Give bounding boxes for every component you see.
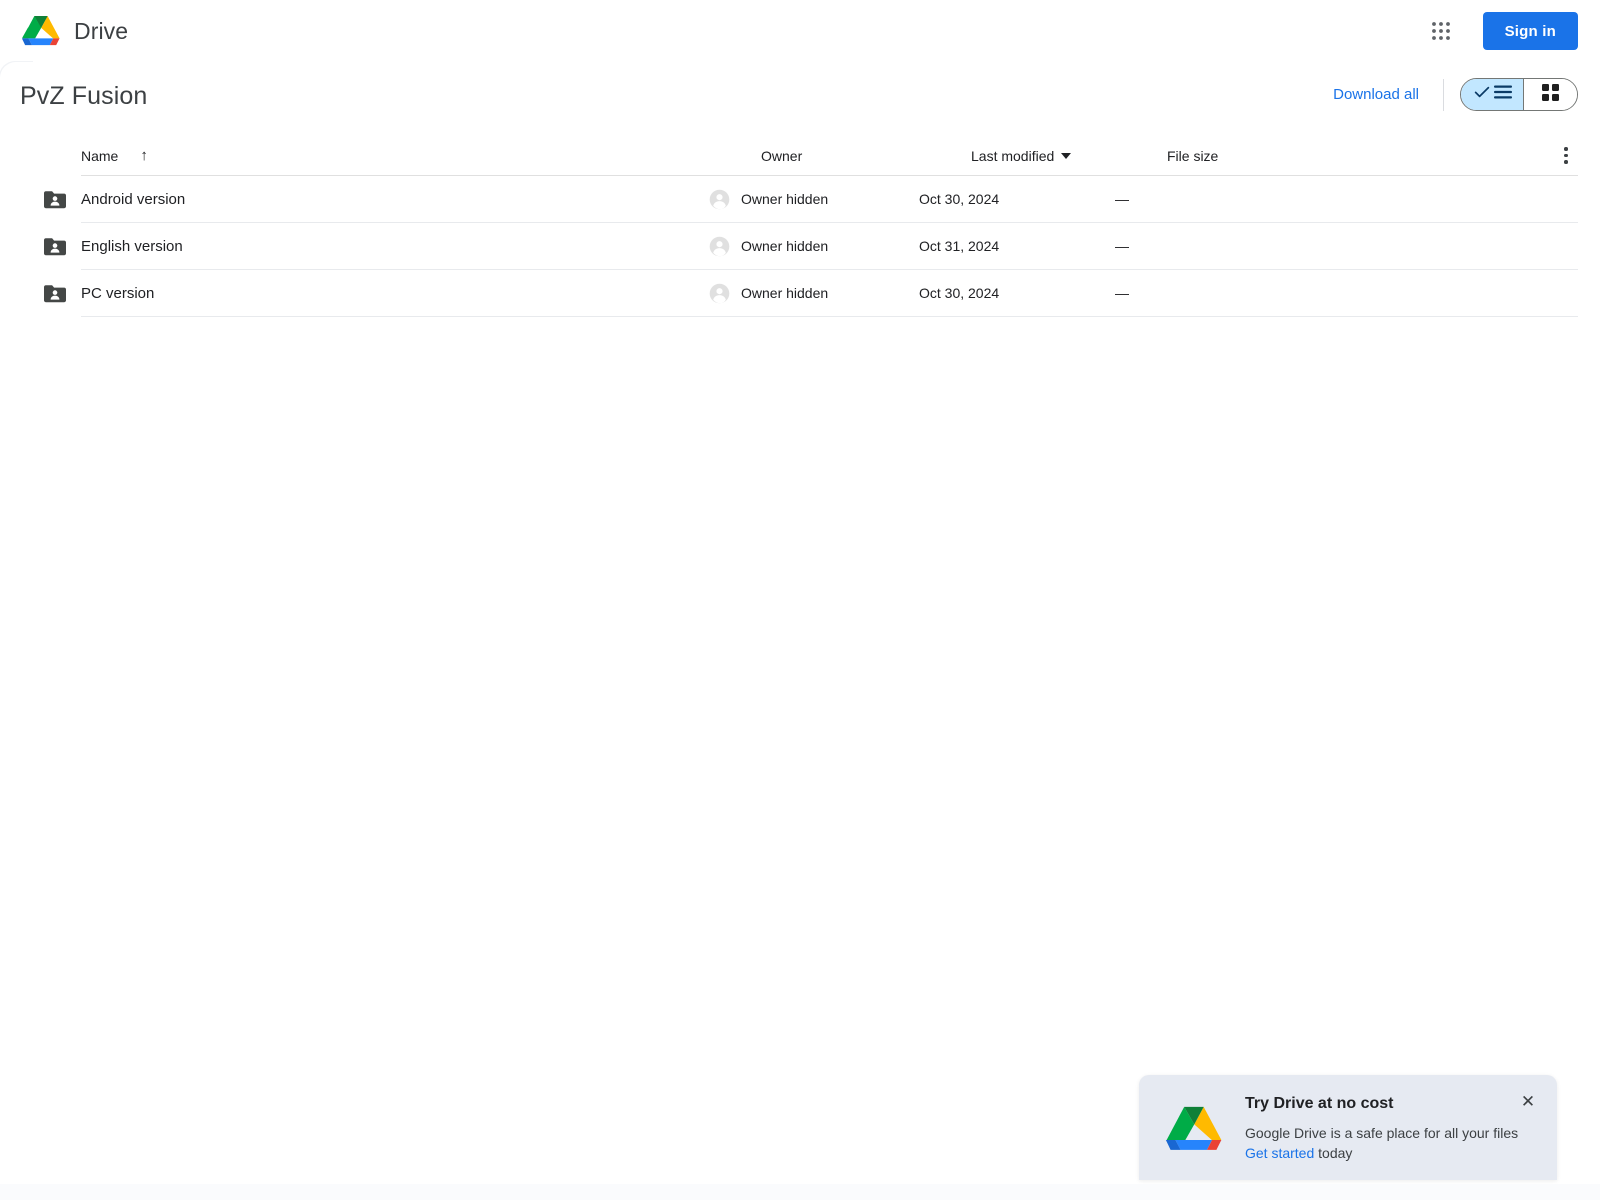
avatar	[709, 283, 730, 304]
table-row[interactable]: PC version Owner hidden Oct 30, 2024 —	[44, 270, 1578, 317]
promo-toast-subtitle: Google Drive is a safe place for all you…	[1245, 1123, 1539, 1163]
cell-size: —	[1115, 285, 1129, 301]
cell-modified: Oct 30, 2024	[919, 285, 1000, 301]
cell-name: English version	[29, 237, 709, 256]
table-row[interactable]: Android version Owner hidden Oct 30, 2024 —	[44, 176, 1578, 223]
get-started-link[interactable]: Get started	[1245, 1145, 1314, 1161]
view-toggle	[1460, 78, 1578, 111]
file-name: English version	[81, 237, 183, 255]
apps-grid-icon[interactable]	[1421, 11, 1461, 51]
brand-name: Drive	[74, 17, 129, 44]
cell-modified: Oct 30, 2024	[919, 191, 1000, 207]
check-icon	[1474, 84, 1490, 105]
download-all-button[interactable]: Download all	[1323, 78, 1429, 111]
cell-name: PC version	[29, 284, 709, 303]
cell-size: —	[1115, 191, 1129, 207]
file-table: Name ↑ Owner Last modified File size And…	[44, 136, 1578, 317]
header-divider	[1443, 78, 1444, 111]
avatar	[709, 236, 730, 257]
cell-owner: Owner hidden	[709, 283, 919, 304]
file-name: Android version	[81, 190, 186, 208]
drive-folder-page: Drive Sign in PvZ Fusion Download all Na…	[0, 0, 1600, 1200]
more-vertical-icon[interactable]	[1554, 143, 1578, 169]
drive-logo-icon	[20, 12, 62, 50]
promo-toast: Try Drive at no cost Google Drive is a s…	[1139, 1075, 1557, 1180]
owner-name: Owner hidden	[741, 238, 829, 254]
top-bar: Drive Sign in	[0, 0, 1600, 62]
promo-toast-body: Try Drive at no cost Google Drive is a s…	[1245, 1095, 1539, 1163]
column-header-size[interactable]: File size	[1167, 148, 1578, 164]
owner-name: Owner hidden	[741, 191, 829, 207]
shared-folder-icon	[29, 284, 81, 303]
table-header-row: Name ↑ Owner Last modified File size	[81, 136, 1578, 176]
content-panel: PvZ Fusion Download all Name ↑ Owner Las…	[0, 62, 1600, 1200]
promo-toast-subtitle-suffix: today	[1314, 1145, 1353, 1161]
owner-name: Owner hidden	[741, 285, 829, 301]
column-header-owner[interactable]: Owner	[761, 148, 971, 164]
file-name: PC version	[81, 284, 155, 302]
bottom-strip	[0, 1184, 1600, 1200]
column-header-modified[interactable]: Last modified	[971, 148, 1167, 164]
chevron-down-icon	[1061, 152, 1072, 159]
shared-folder-icon	[29, 190, 81, 209]
header-actions: Download all	[1323, 78, 1578, 111]
sign-in-button[interactable]: Sign in	[1482, 12, 1578, 50]
shared-folder-icon	[29, 237, 81, 256]
cell-size: —	[1115, 238, 1129, 254]
drive-brand[interactable]: Drive	[20, 12, 128, 50]
cell-owner: Owner hidden	[709, 189, 919, 210]
page-title: PvZ Fusion	[20, 82, 148, 110]
list-view-button[interactable]	[1461, 79, 1523, 110]
top-bar-actions: Sign in	[1421, 0, 1578, 62]
promo-toast-subtitle-line1: Google Drive is a safe place for all you…	[1245, 1125, 1519, 1141]
list-icon	[1494, 85, 1512, 104]
promo-toast-title: Try Drive at no cost	[1245, 1095, 1394, 1112]
table-row[interactable]: English version Owner hidden Oct 31, 2024 —	[44, 223, 1578, 270]
sort-ascending-icon: ↑	[140, 147, 148, 164]
content-header: PvZ Fusion Download all	[0, 62, 1600, 136]
cell-name: Android version	[29, 190, 709, 209]
grid-icon	[1542, 83, 1559, 106]
column-label-name: Name	[81, 147, 119, 164]
table-body: Android version Owner hidden Oct 30, 2024 —…	[44, 176, 1578, 317]
column-header-name[interactable]: Name ↑	[81, 148, 761, 164]
drive-logo-icon	[1163, 1101, 1225, 1162]
cell-modified: Oct 31, 2024	[919, 238, 1000, 254]
close-icon[interactable]: ✕	[1517, 1090, 1539, 1112]
cell-owner: Owner hidden	[709, 236, 919, 257]
column-label-modified: Last modified	[971, 147, 1055, 164]
grid-view-button[interactable]	[1523, 79, 1577, 110]
avatar	[709, 189, 730, 210]
